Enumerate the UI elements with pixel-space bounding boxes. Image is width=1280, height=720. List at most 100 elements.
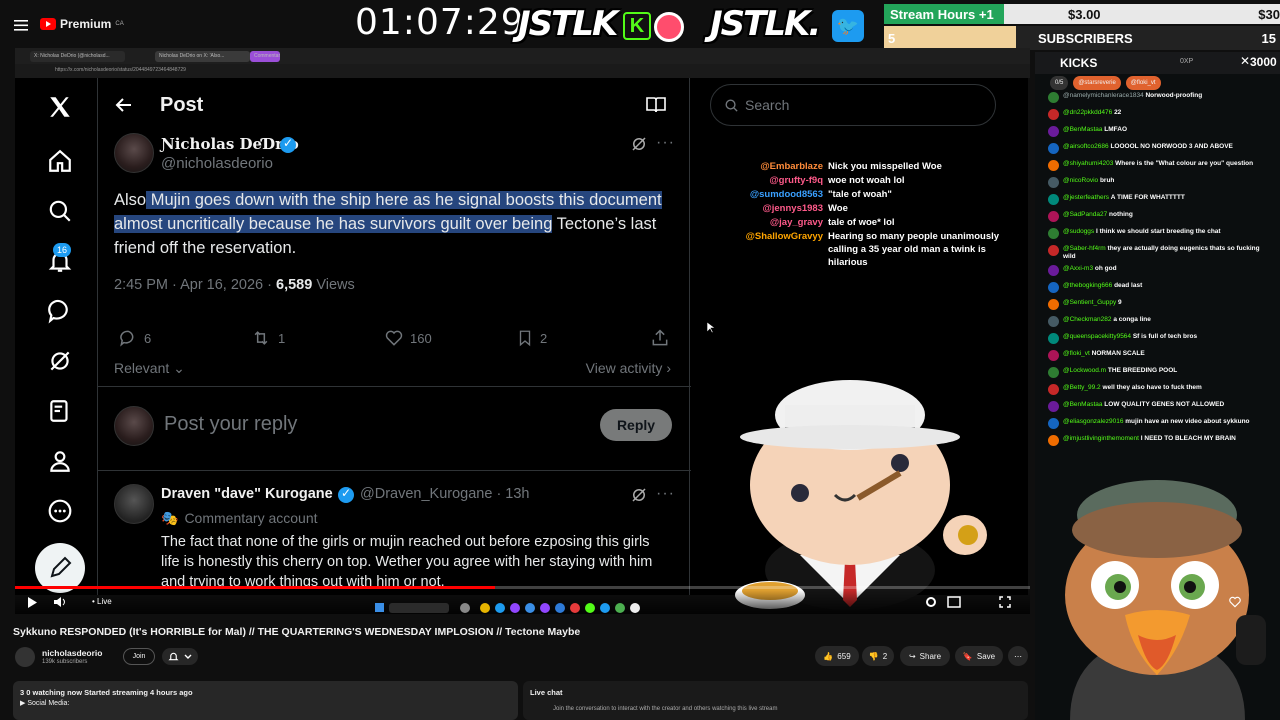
author-handle[interactable]: @nicholasdeorio [161,155,273,172]
more-options-icon[interactable] [47,498,73,524]
x-logo-icon[interactable] [47,94,73,120]
save-button[interactable]: 🔖 Save [955,646,1003,666]
live-indicator[interactable]: • Live [92,597,112,606]
chat-user-avatar [1048,194,1059,205]
grok-explain-icon[interactable] [630,486,648,504]
chat-user-avatar [1048,109,1059,120]
kick-chat-user[interactable]: @jesterfeathers [1063,194,1111,201]
kick-chat-user[interactable]: @shiyahumi4203 [1063,160,1115,167]
hamburger-menu-icon[interactable] [12,16,30,34]
kick-logo-icon: K [623,12,651,40]
kick-chat-user[interactable]: @BenMastaa [1063,401,1104,408]
articles-icon[interactable] [47,398,73,424]
overlay-chat-user: @Embarblaze [760,161,823,172]
mafia-character-art [730,355,1030,615]
explore-search-icon[interactable] [47,198,73,224]
repost-action[interactable]: 1 [250,328,285,348]
reply-sort-dropdown[interactable]: Relevant ⌄ [114,360,185,377]
kick-chat-user[interactable]: @SadPanda27 [1063,211,1109,218]
live-chat-label: Live chat [530,688,563,697]
notification-bell-button[interactable] [162,648,198,665]
more-actions-button[interactable]: ⋯ [1008,646,1028,666]
kick-chat-user[interactable]: @airsoftco2686 [1063,143,1110,150]
kick-chat-user[interactable]: @Saber-hf4rm [1063,245,1108,252]
kick-chat-user[interactable]: @sudoggs [1063,228,1096,235]
reply-input[interactable]: Post your reply [164,413,297,436]
mask-icon: 🎭 [161,510,179,526]
reply-author-handle[interactable]: @Draven_Kurogane · 13h [360,486,530,502]
kick-pinned-bar: 0/5 @starsreverie @floki_vt [1050,74,1265,92]
chevron-down-icon [184,654,192,659]
overlay-chat-message: Hearing so many people unanimously calli… [828,231,1000,268]
kick-chat-user[interactable]: @queenspacekitty9564 [1063,333,1133,340]
browser-tab-active[interactable]: Nicholas DeDrio on X: 'Also... [155,51,250,62]
kick-chat-user[interactable]: @BenMastaa [1063,126,1104,133]
browser-address-bar[interactable]: https://x.com/nicholasdeorio/status/2044… [15,64,1030,78]
kick-chat-user[interactable]: @floki_vt [1063,350,1092,357]
kick-chat-user[interactable]: @Lockwood.m [1063,367,1108,374]
youtube-logo[interactable]: Premium CA [40,17,124,31]
live-chat-join-text: Join the conversation to interact with t… [553,706,778,712]
kick-chat-user[interactable]: @Betty_99.2 [1063,384,1102,391]
grok-explain-icon[interactable] [630,135,648,153]
like-action[interactable]: 160 [384,328,432,348]
author-avatar[interactable] [114,133,154,173]
reply-action[interactable]: 6 [118,328,151,348]
chat-user-avatar [1048,126,1059,137]
kick-chat-user[interactable]: @Checkman282 [1063,316,1113,323]
kick-chat-text: LOOOOL NO NORWOOD 3 AND ABOVE [1110,143,1233,150]
x-sidebar-nav: 16 [15,78,97,595]
back-arrow-icon[interactable] [114,95,134,115]
overlay-chat-user: @jay_gravy [769,217,823,228]
kick-chat-user[interactable]: @nicoRovio [1063,177,1100,184]
close-icon[interactable]: ✕ [1240,54,1250,68]
kick-chat-user[interactable]: @thebogking666 [1063,282,1114,289]
reply-button[interactable]: Reply [600,409,672,441]
heart-icon[interactable] [1228,595,1242,609]
channel-subscriber-count: 139k subscribers [42,659,88,665]
author-display-name[interactable]: Ɲicholas DeƊrio [161,135,299,153]
kick-chat-text: Norwood-proofing [1145,92,1203,99]
subs-count: 5 [888,31,896,46]
kicks-total: 3000 [1250,55,1277,69]
bookmark-action[interactable]: 2 [516,328,547,348]
fullscreen-icon [999,596,1011,608]
reader-mode-icon[interactable] [646,96,666,114]
share-button[interactable]: ↪ Share [900,646,950,666]
browser-tab[interactable]: X: Nicholas DeDrio (@nicholasd... [30,51,125,62]
tweet-timestamp[interactable]: 2:45 PM · Apr 16, 2026 · [114,277,276,293]
kick-chat-user[interactable]: @Axxi-m3 [1063,265,1095,272]
video-progress-bar[interactable] [15,586,1030,589]
kick-chat-user[interactable]: @Sentient_Guppy [1063,299,1118,306]
kick-chat-user[interactable]: @eliasgonzalez9016 [1063,418,1125,425]
chat-user-avatar [1048,143,1059,154]
like-button[interactable]: 👍 659 [815,646,859,666]
search-input[interactable]: Search [710,84,996,126]
kick-chat-message: @jesterfeathers A TIME FOR WHATTTTT [1048,194,1260,207]
kick-chat-user[interactable]: @namelymichanlerace1834 [1063,92,1145,99]
video-description[interactable]: 3 0 watching now Started streaming 4 hou… [13,681,518,720]
messages-icon[interactable] [47,298,73,324]
more-options-icon[interactable]: ··· [656,485,675,503]
grok-icon[interactable] [47,348,73,374]
chat-user-avatar [1048,435,1059,446]
reply-author-name[interactable]: Draven "dave" Kurogane [161,486,333,502]
kick-chat-user[interactable]: @dn22pkkdd476 [1063,109,1114,116]
heart-icon [385,330,403,346]
dislike-button[interactable]: 👎 2 [862,646,894,666]
kick-chat-text: LMFAO [1104,126,1128,133]
more-options-icon[interactable]: ··· [656,134,675,152]
home-icon[interactable] [47,148,73,174]
chat-user-avatar [1048,350,1059,361]
kick-chat-user[interactable]: @imjustlivinginthemoment [1063,435,1141,442]
share-action[interactable] [650,328,670,348]
join-button[interactable]: Join [123,648,155,665]
reply-author-avatar[interactable] [114,484,154,524]
channel-name[interactable]: nicholasdeorio [42,648,102,658]
browser-tab[interactable]: Commentary [250,51,280,62]
profile-icon[interactable] [47,448,73,474]
channel-avatar[interactable] [15,647,35,667]
kick-chat-text: mujin have an new video about sykkuno [1125,418,1250,425]
view-activity-link[interactable]: View activity › [586,360,671,376]
account-label: 🎭 Commentary account [161,510,318,526]
